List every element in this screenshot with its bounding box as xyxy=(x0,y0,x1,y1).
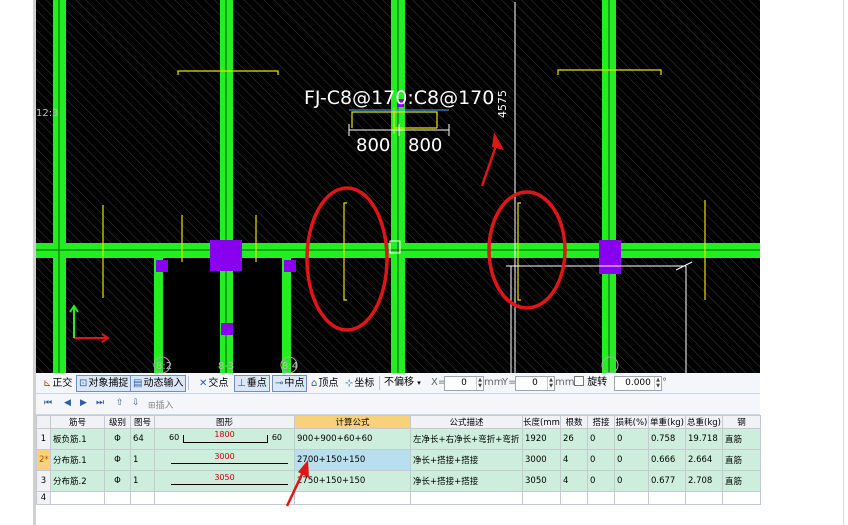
annotation-arrow-table xyxy=(285,460,309,507)
